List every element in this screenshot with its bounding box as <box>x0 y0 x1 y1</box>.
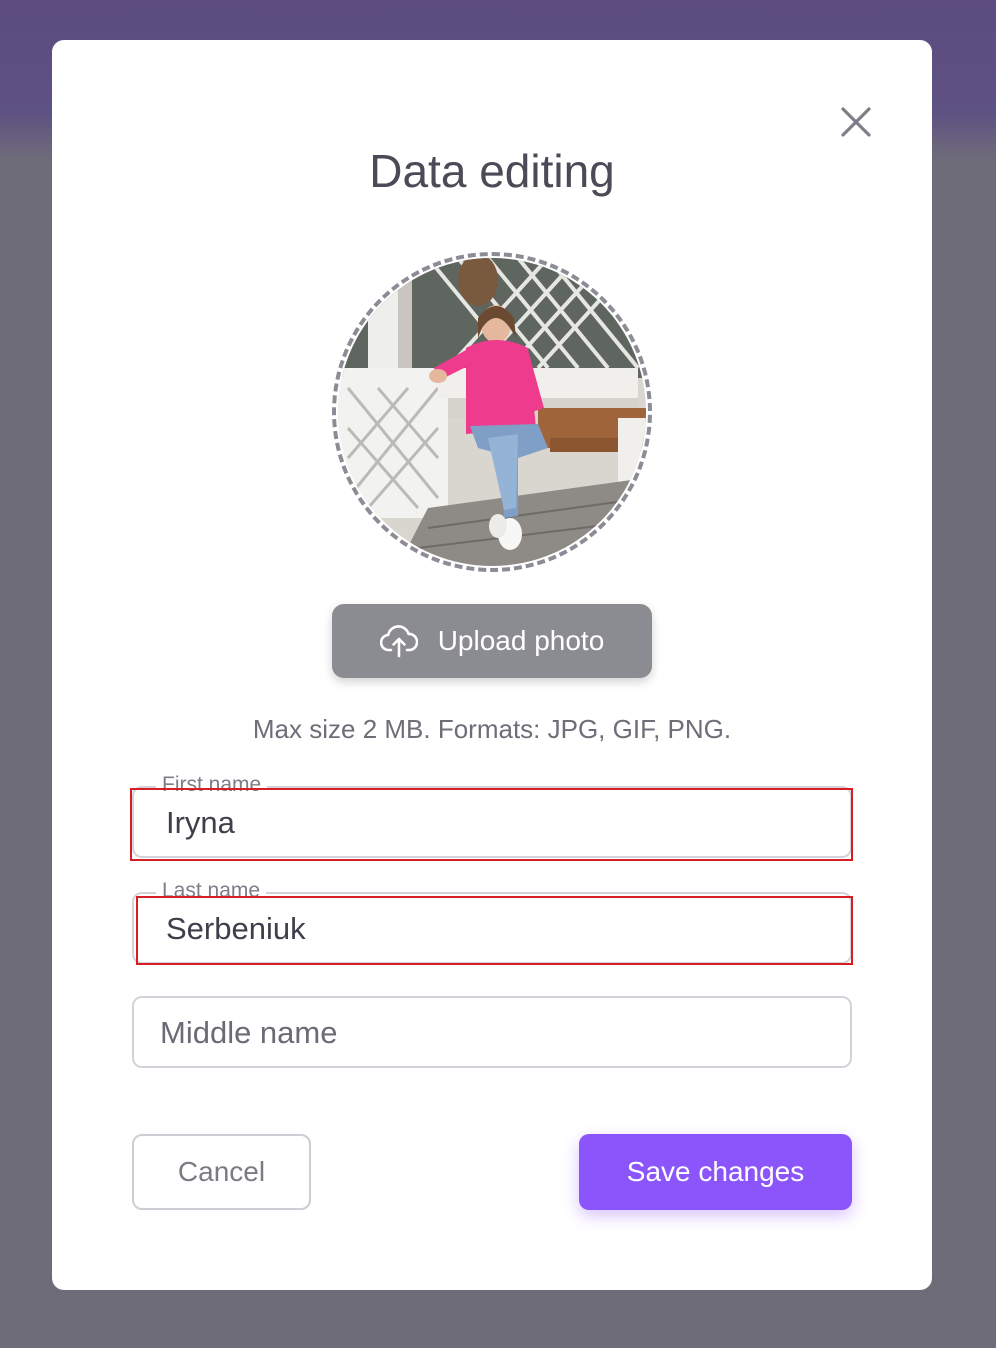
data-editing-modal: Data editing Upload photo Max size 2 MB.… <box>52 40 932 1290</box>
upload-photo-label: Upload photo <box>437 625 605 656</box>
upload-photo-button[interactable]: Upload photo <box>332 604 652 678</box>
upload-hint: Max size 2 MB. Formats: JPG, GIF, PNG. <box>252 714 732 744</box>
last-name-field[interactable]: Last name Serbeniuk <box>132 879 852 964</box>
avatar[interactable] <box>332 252 652 572</box>
first-name-label: First name <box>156 773 268 797</box>
middle-name-field[interactable]: Middle name <box>132 996 852 1068</box>
first-name-field[interactable]: First name Iryna <box>132 773 852 858</box>
modal-title: Data editing <box>369 145 615 197</box>
middle-name-placeholder: Middle name <box>160 1015 338 1050</box>
first-name-value: Iryna <box>166 805 235 840</box>
close-icon <box>841 107 871 137</box>
cloud-upload-icon <box>379 625 418 658</box>
avatar-dashed-border <box>332 252 652 572</box>
last-name-label: Last name <box>156 879 267 903</box>
close-button[interactable] <box>840 106 872 138</box>
last-name-value: Serbeniuk <box>166 911 306 946</box>
save-changes-button[interactable]: Save changes <box>579 1134 852 1210</box>
cancel-button[interactable]: Cancel <box>132 1134 311 1210</box>
